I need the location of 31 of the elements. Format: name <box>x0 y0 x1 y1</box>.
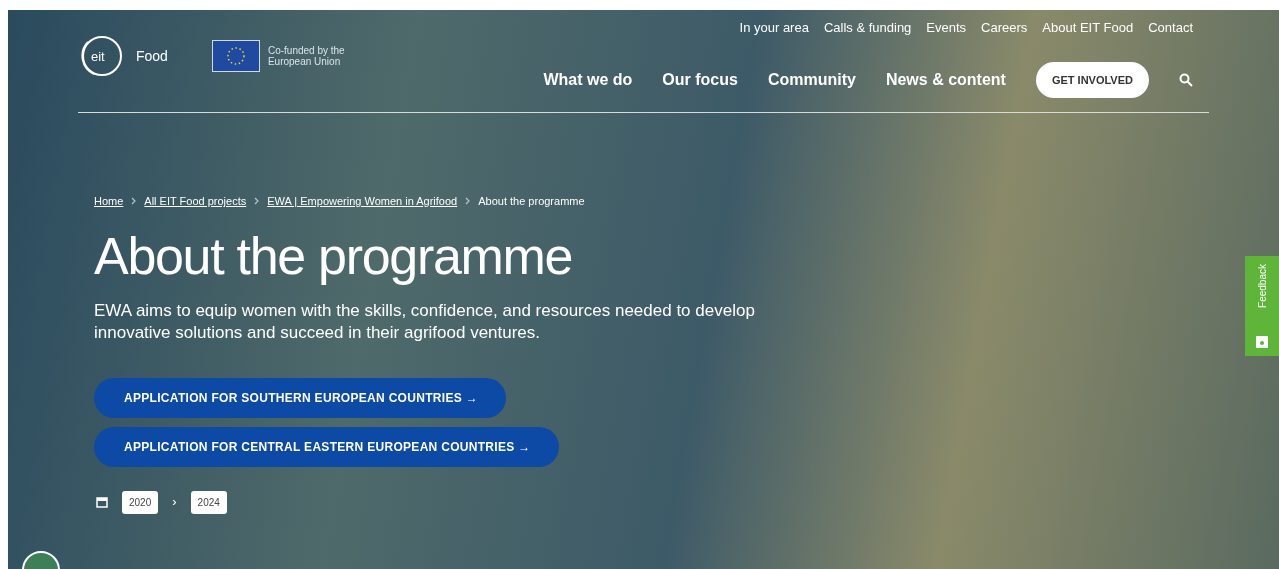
utility-link[interactable]: Contact <box>1148 18 1193 38</box>
chevron-icon <box>465 197 471 206</box>
feedback-icon <box>1256 336 1268 348</box>
eit-logo-icon[interactable]: eit <box>80 34 124 78</box>
separator: › <box>172 493 177 512</box>
start-year: 2020 <box>122 490 159 514</box>
breadcrumb-link[interactable]: EWA | Empowering Women in Agrifood <box>267 193 458 210</box>
chevron-icon <box>254 197 260 206</box>
utility-link[interactable]: About EIT Food <box>1042 18 1134 38</box>
utility-link[interactable]: In your area <box>739 18 809 38</box>
nav-link[interactable]: What we do <box>543 67 633 92</box>
end-year: 2024 <box>190 490 227 514</box>
nav-link[interactable]: Community <box>767 67 856 92</box>
utility-link[interactable]: Calls & funding <box>823 18 912 38</box>
eu-flag-icon <box>211 40 260 72</box>
eu-funding-text: Co-funded by the European Union <box>267 45 346 67</box>
breadcrumb-link[interactable]: All EIT Food projects <box>144 193 247 210</box>
application-button[interactable]: APPLICATION FOR CENTRAL EASTERN EUROPEAN COUNTRIES → <box>94 426 559 467</box>
breadcrumb-link[interactable]: Home <box>94 193 124 210</box>
chevron-icon <box>131 197 137 206</box>
get-involved-button[interactable]: GET INVOLVED <box>1035 61 1149 98</box>
current-page-crumb: About the programme <box>478 194 585 209</box>
nav-link[interactable]: News & content <box>885 67 1006 92</box>
application-button[interactable]: APPLICATION FOR SOUTHERN EUROPEAN COUNTRIES → <box>94 377 506 418</box>
calendar-icon <box>96 496 108 508</box>
logo-text: Food <box>136 46 168 66</box>
utility-link[interactable]: Careers <box>981 18 1028 38</box>
utility-link[interactable]: Events <box>926 18 967 38</box>
nav-link[interactable]: Our focus <box>662 67 738 92</box>
page-description: EWA aims to equip women with the skills, confidence, and resources needed to develop innovative solutions and succeed in their agrifood ventures. <box>94 299 756 344</box>
search-icon[interactable] <box>1179 72 1193 87</box>
